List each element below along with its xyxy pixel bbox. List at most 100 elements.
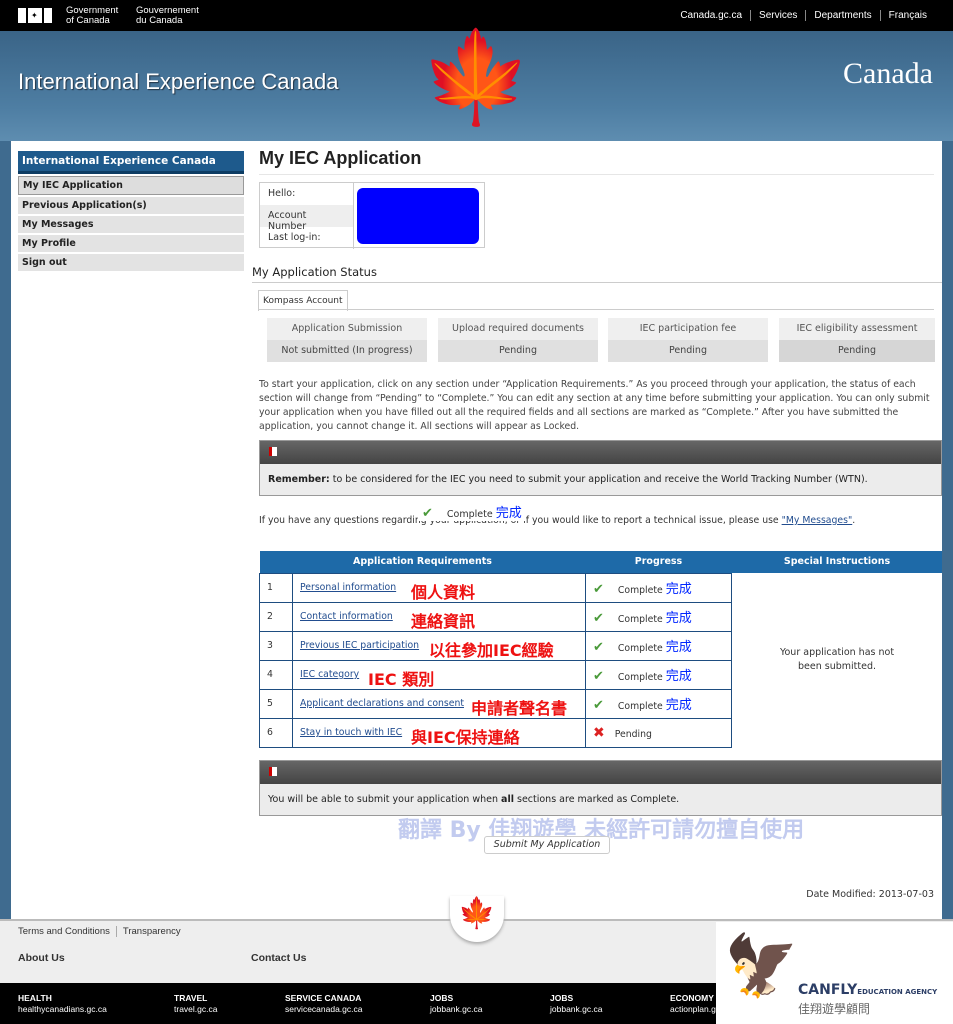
maple-leaf-icon: 🍁 [420,25,533,130]
divider [259,174,934,175]
check-icon: ✔ [593,669,604,684]
requirement-zh: 申請者聲名書 [471,698,568,718]
book-icon [269,447,277,456]
requirement-link[interactable]: IEC category [300,669,359,680]
check-icon: ✔ [593,582,604,597]
table-row: 4 IEC category IEC 類別 ✔ Complete 完成 [259,659,732,690]
row-progress: ✔ Complete 完成 [585,659,732,690]
footer-bottom-url[interactable]: jobbank.gc.ca [430,1004,482,1014]
row-requirement: Previous IEC participation 以往參加IEC經驗 [292,630,586,661]
canada-wordmark: Canada [843,57,933,90]
progress-status: Complete [617,701,663,712]
sidebar-item-my-profile[interactable]: My Profile [18,235,244,252]
link-departments[interactable]: Departments [805,10,879,21]
progress-status: Complete [617,672,663,683]
status-label: Upload required documents [438,318,598,340]
progress-zh: 完成 [665,669,692,684]
check-icon: ✔ [593,698,604,713]
redacted-account-info [357,188,479,244]
book-icon [269,767,277,776]
link-canada[interactable]: Canada.gc.ca [672,10,750,21]
progress-zh: 完成 [665,640,692,655]
notice-post: sections are marked as Complete. [513,794,680,805]
footer-bottom-link[interactable]: SERVICE CANADA servicecanada.gc.ca [285,993,363,1015]
link-services[interactable]: Services [750,10,805,21]
footer-bottom-link[interactable]: JOBS jobbank.gc.ca [430,993,482,1015]
progress-zh: 完成 [665,698,692,713]
footer-bottom-url[interactable]: servicecanada.gc.ca [285,1004,363,1014]
my-messages-link[interactable]: "My Messages" [782,515,853,526]
requirement-link[interactable]: Previous IEC participation [300,640,419,651]
progress-zh: 完成 [665,611,692,626]
account-number-label: Account Number [260,205,354,232]
notice-text: Remember: to be considered for the IEC y… [260,464,941,495]
canfly-logo: 🦅 CANFLYEDUCATION AGENCY 佳翔遊學顧問 [716,922,953,1024]
logo-name: CANFLYEDUCATION AGENCY [798,982,937,998]
tab-kompass-account[interactable]: Kompass Account [258,290,348,311]
sidebar-item-previous-applications[interactable]: Previous Application(s) [18,197,244,214]
sidebar-item-my-messages[interactable]: My Messages [18,216,244,233]
footer-bottom-url[interactable]: travel.gc.ca [174,1004,217,1014]
gov-fr: Gouvernement du Canada [136,6,199,26]
requirement-link[interactable]: Contact information [300,611,393,622]
status-value: Pending [779,340,935,362]
row-requirement: Contact information 連絡資訊 [292,601,586,632]
intro-text: To start your application, click on any … [259,379,930,432]
footer-bottom-heading: TRAVEL [174,993,208,1003]
link-francais[interactable]: Français [879,10,935,21]
header-progress: Progress [585,551,732,573]
footer-bottom-link[interactable]: TRAVEL travel.gc.ca [174,993,217,1015]
last-login-label: Last log-in: [260,227,354,249]
table-row: 6 Stay in touch with IEC 與IEC保持連絡 ✖ Pendi… [259,717,732,748]
questions-end: . [852,515,856,526]
table-row: 1 Personal information 個人資料 ✔ Complete 完成 [259,572,732,603]
remember-label: Remember: [268,474,330,485]
requirement-link[interactable]: Personal information [300,582,396,593]
account-info: Hello: Account Number Last log-in: [259,182,485,249]
logo-zh: 佳翔遊學顧問 [798,1002,871,1016]
row-requirement: Stay in touch with IEC 與IEC保持連絡 [292,717,586,748]
footer-bottom-heading: HEALTH [18,993,52,1003]
transparency-link[interactable]: Transparency [115,926,187,937]
requirement-link[interactable]: Applicant declarations and consent [300,698,464,709]
requirement-zh: 個人資料 [411,582,476,602]
notice-text: You will be able to submit your applicat… [260,784,941,815]
sidebar-item-sign-out[interactable]: Sign out [18,254,244,271]
gov-en-2: of Canada [66,15,110,26]
contact-us-heading[interactable]: Contact Us [251,952,306,964]
top-links: Canada.gc.ca Services Departments França… [672,10,935,21]
footer-bottom-url[interactable]: healthycanadians.gc.ca [18,1004,107,1014]
logo-sub: EDUCATION AGENCY [857,988,938,996]
row-number: 2 [259,601,293,632]
footer-bottom-link[interactable]: HEALTH healthycanadians.gc.ca [18,993,107,1015]
check-icon: ✔ [593,611,604,626]
divider [258,309,934,310]
status-eligibility-assessment: IEC eligibility assessment Pending [779,318,935,362]
row-number: 1 [259,572,293,603]
row-requirement: IEC category IEC 類別 [292,659,586,690]
footer-bottom-link[interactable]: JOBS jobbank.gc.ca [550,993,602,1015]
hello-label: Hello: [260,183,354,205]
row-requirement: Personal information 個人資料 [292,572,586,603]
progress-status: Complete [617,585,663,596]
requirement-link[interactable]: Stay in touch with IEC [300,727,402,738]
eagle-icon: 🦅 [724,931,799,1001]
page-title: My IEC Application [259,148,422,168]
gov-en: Government of Canada [66,6,118,26]
row-progress: ✔ Complete 完成 [585,630,732,661]
terms-link[interactable]: Terms and Conditions [18,926,116,937]
overlay-complete: ✔ Complete 完成 [418,502,526,521]
status-label: IEC eligibility assessment [779,318,935,340]
sidebar: International Experience Canada My IEC A… [18,151,244,271]
row-progress: ✔ Complete 完成 [585,601,732,632]
sidebar-item-my-iec-application[interactable]: My IEC Application [18,176,244,195]
banner: International Experience Canada 🍁 Canada [0,31,953,141]
about-us-heading[interactable]: About Us [18,952,65,964]
special-instructions: Special Instructions Your application ha… [732,551,942,746]
check-icon: ✔ [422,506,433,521]
submit-application-button[interactable]: Submit My Application [484,836,610,854]
header-special-instructions: Special Instructions [732,551,942,573]
overlay-complete-zh: 完成 [495,506,522,521]
footer-bottom-url[interactable]: jobbank.gc.ca [550,1004,602,1014]
overlay-complete-text: Complete [446,509,493,520]
